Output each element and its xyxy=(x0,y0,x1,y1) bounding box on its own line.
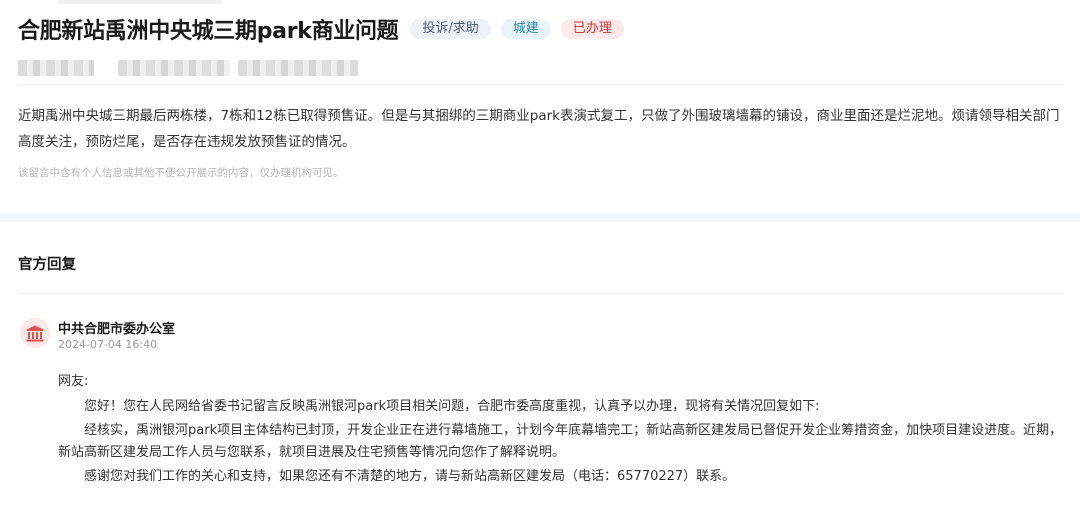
post-content: 近期禹洲中央城三期最后两栋楼，7栋和12栋已取得预售证。但是与其捆绑的三期商业p… xyxy=(18,108,1060,150)
government-building-icon xyxy=(26,325,44,341)
tag-type[interactable]: 投诉/求助 xyxy=(410,19,491,39)
reply-timestamp: 2024-07-04 16:40 xyxy=(58,338,158,351)
org-name: 中共合肥市委办公室 xyxy=(58,322,176,337)
post-title: 合肥新站禹洲中央城三期park商业问题 xyxy=(18,19,399,44)
redacted-location xyxy=(238,60,358,76)
avatar xyxy=(20,318,50,348)
reply-body: 网友: 您好！您在人民网给省委书记留言反映禹洲银河park项目相关问题，合肥市委… xyxy=(58,371,1064,491)
post-header: 合肥新站禹洲中央城三期park商业问题 投诉/求助 城建 已办理 xyxy=(18,14,624,44)
header-divider xyxy=(18,84,1064,85)
reply-paragraph: 经核实，禹洲银河park项目主体结构已封顶，开发企业正在进行幕墙施工，计划今年底… xyxy=(58,423,1063,460)
reply-paragraph: 您好！您在人民网给省委书记留言反映禹洲银河park项目相关问题，合肥市委高度重视… xyxy=(84,398,820,414)
status-badge: 已办理 xyxy=(560,19,624,39)
reply-divider xyxy=(18,293,1064,294)
redacted-author xyxy=(18,60,94,76)
privacy-note: 该留言中含有个人信息或其他不便公开展示的内容，仅办理机构可见。 xyxy=(18,167,344,179)
tag-category[interactable]: 城建 xyxy=(500,19,551,39)
section-separator xyxy=(0,213,1080,222)
official-reply-heading: 官方回复 xyxy=(18,257,76,273)
redacted-time xyxy=(118,60,230,76)
top-scroll-remnant xyxy=(58,0,222,4)
reply-greeting: 网友: xyxy=(58,374,89,389)
reply-paragraph: 感谢您对我们工作的关心和支持，如果您还有不清楚的地方，请与新站高新区建发局（电话… xyxy=(84,469,736,484)
